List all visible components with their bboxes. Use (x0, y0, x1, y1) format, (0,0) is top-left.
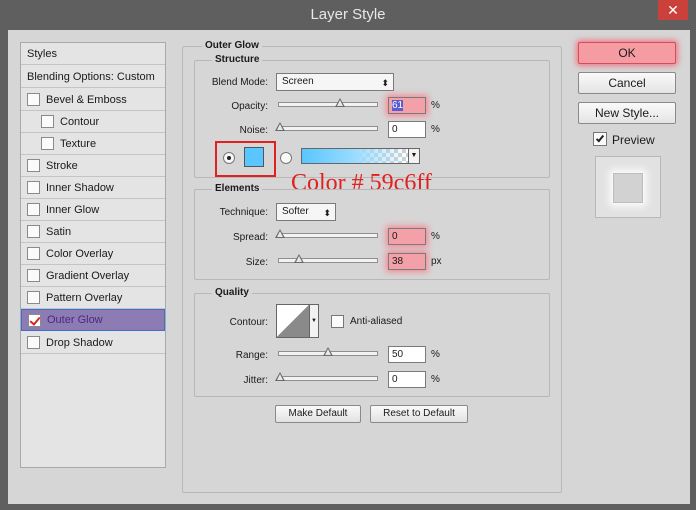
style-item-bevel-emboss[interactable]: Bevel & Emboss (21, 89, 165, 111)
solid-color-radio[interactable] (223, 152, 235, 164)
spread-unit: % (431, 231, 440, 242)
jitter-slider[interactable] (275, 372, 378, 381)
checkbox[interactable] (27, 225, 40, 238)
window-title: Layer Style (310, 6, 386, 23)
checkbox[interactable] (27, 269, 40, 282)
preview-label: Preview (612, 133, 655, 147)
range-unit: % (431, 349, 440, 360)
section-title: Outer Glow (202, 40, 262, 51)
quality-title: Quality (212, 287, 252, 298)
structure-title: Structure (212, 54, 263, 65)
style-item-inner-glow[interactable]: Inner Glow (21, 199, 165, 221)
dialog-body: Styles Blending Options: Custom Bevel & … (8, 30, 690, 504)
checkbox-checked[interactable] (28, 313, 41, 327)
style-item-inner-shadow[interactable]: Inner Shadow (21, 177, 165, 199)
updown-icon: ⬍ (381, 78, 389, 88)
jitter-input[interactable]: 0 (388, 371, 426, 388)
opacity-label: Opacity: (231, 101, 268, 112)
style-item-gradient-overlay[interactable]: Gradient Overlay (21, 265, 165, 287)
opacity-input[interactable]: 61 (388, 97, 426, 114)
checkbox[interactable] (41, 115, 54, 128)
style-item-contour[interactable]: Contour (21, 111, 165, 133)
size-slider-thumb[interactable] (294, 254, 304, 263)
gradient-swatch[interactable] (301, 148, 409, 164)
updown-icon: ⬍ (323, 208, 331, 218)
title-bar: Layer Style ✕ (0, 0, 696, 30)
spread-slider[interactable] (275, 229, 378, 238)
ok-button[interactable]: OK (578, 42, 676, 64)
anti-aliased-checkbox[interactable] (331, 315, 344, 328)
noise-slider-thumb[interactable] (275, 122, 285, 131)
checkbox[interactable] (27, 203, 40, 216)
size-input[interactable]: 38 (388, 253, 426, 270)
contour-label: Contour: (229, 317, 268, 328)
close-button[interactable]: ✕ (658, 0, 688, 20)
range-input[interactable]: 50 (388, 346, 426, 363)
checkbox[interactable] (41, 137, 54, 150)
checkbox[interactable] (27, 181, 40, 194)
styles-header[interactable]: Styles (21, 43, 165, 65)
new-style-button[interactable]: New Style... (578, 102, 676, 124)
blend-mode-select[interactable]: Screen ⬍ (276, 73, 394, 91)
noise-input[interactable]: 0 (388, 121, 426, 138)
checkbox[interactable] (27, 336, 40, 349)
size-unit: px (431, 256, 442, 267)
preview-thumbnail (613, 173, 643, 203)
checkbox[interactable] (27, 93, 40, 106)
opacity-unit: % (431, 100, 440, 111)
style-item-pattern-overlay[interactable]: Pattern Overlay (21, 287, 165, 309)
spread-slider-thumb[interactable] (275, 229, 285, 238)
anti-aliased-label: Anti-aliased (350, 316, 403, 327)
checkbox[interactable] (27, 247, 40, 260)
style-item-satin[interactable]: Satin (21, 221, 165, 243)
noise-label: Noise: (239, 125, 268, 136)
size-label: Size: (245, 257, 268, 268)
technique-select[interactable]: Softer ⬍ (276, 203, 336, 221)
opacity-slider[interactable] (278, 98, 378, 107)
blend-mode-label: Blend Mode: (211, 77, 268, 88)
checkbox[interactable] (27, 159, 40, 172)
style-item-color-overlay[interactable]: Color Overlay (21, 243, 165, 265)
gradient-dropdown-arrow[interactable]: ▼ (409, 148, 420, 164)
style-item-drop-shadow[interactable]: Drop Shadow (21, 332, 165, 354)
range-label: Range: (235, 350, 268, 361)
opacity-slider-thumb[interactable] (335, 98, 345, 107)
noise-unit: % (431, 124, 440, 135)
range-slider-thumb[interactable] (323, 347, 333, 356)
style-item-stroke[interactable]: Stroke (21, 155, 165, 177)
technique-label: Technique: (219, 207, 268, 218)
contour-preview[interactable] (276, 304, 310, 338)
style-item-outer-glow[interactable]: Outer Glow (21, 309, 165, 331)
styles-list: Styles Blending Options: Custom Bevel & … (20, 42, 166, 468)
noise-slider[interactable] (275, 122, 378, 131)
style-item-texture[interactable]: Texture (21, 133, 165, 155)
check-icon (595, 133, 605, 143)
preview-box (595, 156, 661, 218)
checkbox[interactable] (27, 291, 40, 304)
blending-options[interactable]: Blending Options: Custom (21, 66, 165, 88)
jitter-slider-thumb[interactable] (275, 372, 285, 381)
spread-label: Spread: (232, 232, 268, 243)
jitter-unit: % (431, 374, 440, 385)
spread-input[interactable]: 0 (388, 228, 426, 245)
cancel-button[interactable]: Cancel (578, 72, 676, 94)
reset-to-default-button[interactable]: Reset to Default (370, 405, 468, 423)
preview-checkbox[interactable] (593, 132, 607, 146)
elements-title: Elements (212, 183, 263, 194)
jitter-label: Jitter: (243, 375, 268, 386)
contour-dropdown-arrow[interactable]: ▼ (310, 304, 319, 338)
size-slider[interactable] (278, 254, 378, 263)
make-default-button[interactable]: Make Default (275, 405, 361, 423)
glow-color-swatch[interactable] (244, 147, 264, 167)
range-slider[interactable] (278, 347, 378, 356)
gradient-radio[interactable] (280, 152, 292, 164)
